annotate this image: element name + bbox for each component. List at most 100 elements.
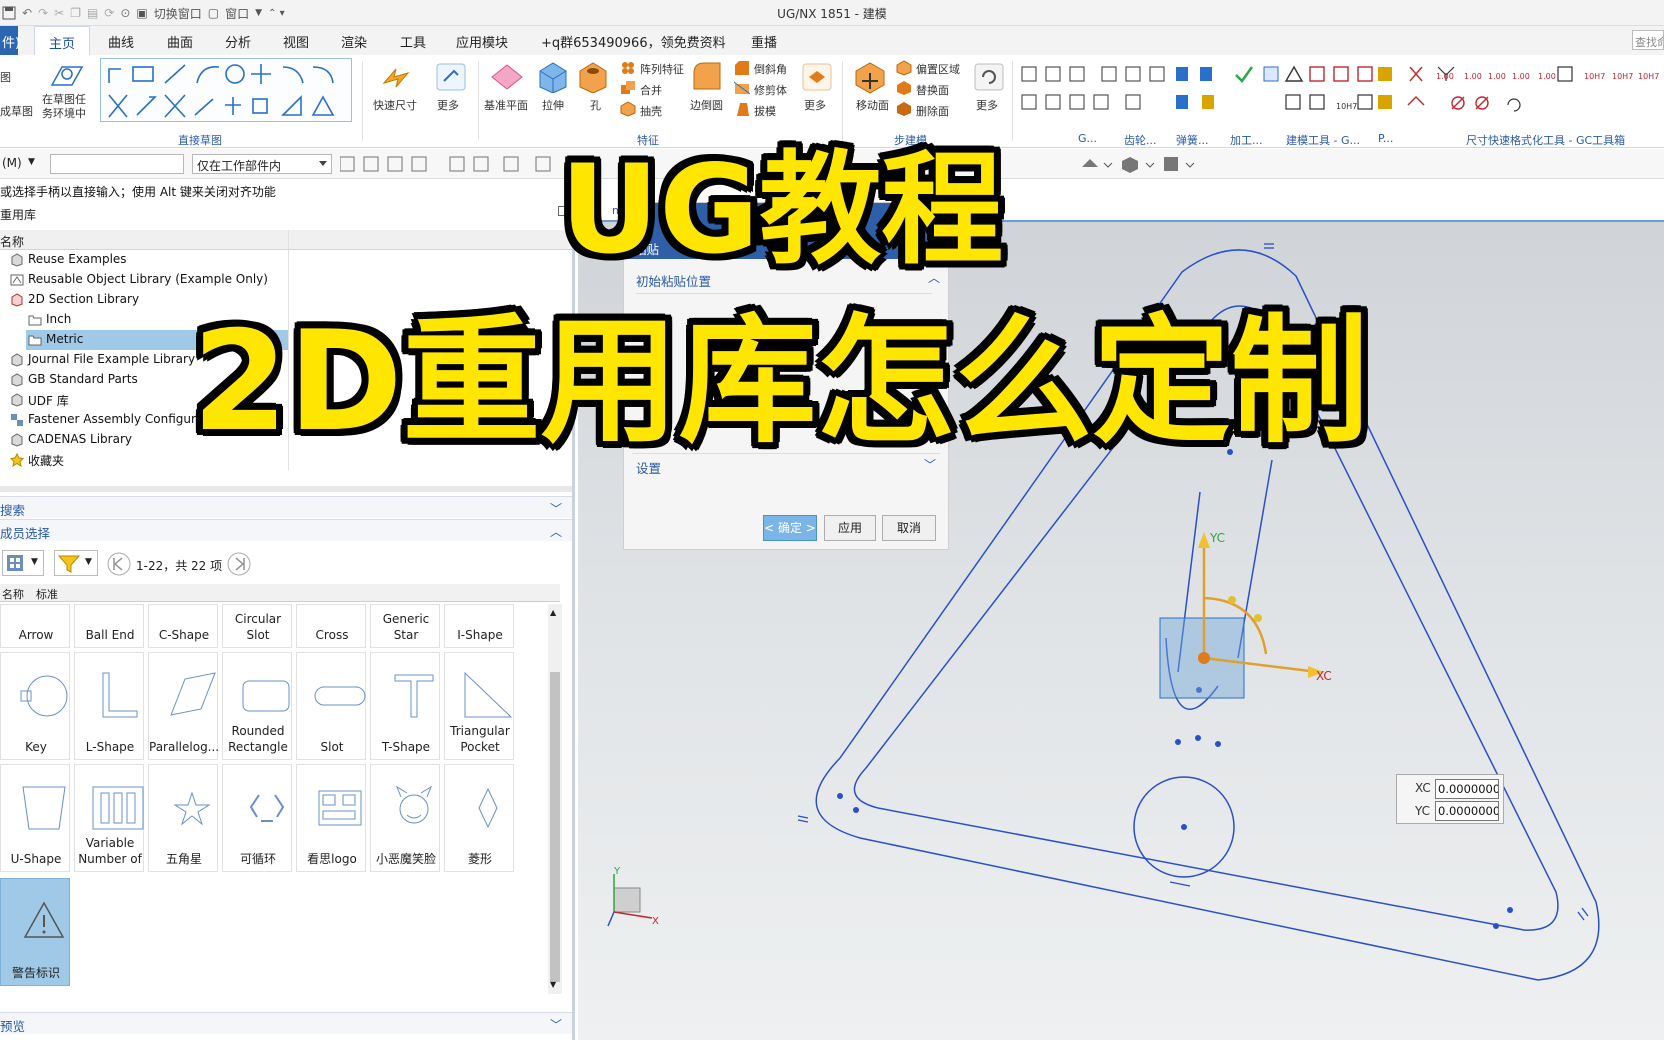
- search-section-header[interactable]: 搜索 ﹀: [0, 496, 572, 518]
- member-tile[interactable]: T-Shape: [370, 652, 440, 760]
- view-mode-select[interactable]: ▼: [2, 550, 44, 576]
- member-tile[interactable]: Triangular Pocket: [444, 652, 514, 760]
- more-feature-label[interactable]: 更多: [804, 97, 826, 113]
- scroll-down-icon[interactable]: ▼: [550, 980, 556, 989]
- member-tile[interactable]: C-Shape: [148, 604, 218, 648]
- member-tile[interactable]: Generic Star: [370, 604, 440, 648]
- column-name-label[interactable]: 名称: [0, 235, 24, 249]
- extrude-label[interactable]: 拉伸: [542, 97, 564, 113]
- yc-input[interactable]: 0.0000000: [1435, 801, 1499, 821]
- tree-item[interactable]: Reuse Examples: [0, 250, 572, 270]
- chamfer-label[interactable]: 倒斜角: [754, 61, 787, 77]
- type-filter-select[interactable]: [50, 154, 184, 174]
- chamfer-icon[interactable]: [734, 60, 750, 76]
- edge-blend-label[interactable]: 边倒圆: [690, 97, 723, 113]
- tab-promo[interactable]: +q群653490966，领免费资料: [541, 32, 726, 51]
- pattern-feature-label[interactable]: 阵列特征: [640, 61, 684, 77]
- sketch-button-label[interactable]: 图: [0, 69, 11, 85]
- apply-button[interactable]: 应用: [824, 515, 876, 541]
- member-tile[interactable]: Slot: [296, 652, 366, 760]
- tab-view[interactable]: 视图: [283, 32, 309, 51]
- unite-icon[interactable]: [620, 80, 636, 96]
- chevron-down-icon[interactable]: ▼: [28, 157, 35, 167]
- member-vertical-scrollbar[interactable]: ▲ ▼: [548, 604, 562, 994]
- member-tile[interactable]: Parallelog...: [148, 652, 219, 760]
- tab-render[interactable]: 渲染: [341, 32, 367, 51]
- chevron-down-icon[interactable]: ﹀: [550, 500, 562, 517]
- member-tile[interactable]: Rounded Rectangle: [222, 652, 292, 760]
- move-face-icon[interactable]: [852, 59, 888, 95]
- tab-surface[interactable]: 曲面: [167, 32, 193, 51]
- delete-face-icon[interactable]: [896, 101, 912, 117]
- replace-face-icon[interactable]: [896, 80, 912, 96]
- extrude-icon[interactable]: [536, 59, 570, 93]
- tab-name[interactable]: 名称: [2, 586, 24, 602]
- member-tile[interactable]: 五角星: [148, 764, 218, 872]
- rapid-dimension-label[interactable]: 快速尺寸: [373, 97, 417, 113]
- more-sketch-icon[interactable]: [434, 61, 468, 93]
- member-tile[interactable]: Ball End: [74, 604, 144, 648]
- edge-blend-icon[interactable]: [690, 59, 724, 93]
- offset-region-label[interactable]: 偏置区域: [916, 61, 960, 77]
- sketch-on-face-icon[interactable]: [48, 59, 86, 91]
- member-tile[interactable]: 警告标识: [0, 878, 70, 986]
- member-tile[interactable]: Key: [0, 652, 70, 760]
- tab-tools[interactable]: 工具: [400, 32, 426, 51]
- tab-analysis[interactable]: 分析: [225, 32, 251, 51]
- command-search-input[interactable]: 查找命: [1632, 30, 1664, 50]
- unite-label[interactable]: 合并: [640, 82, 662, 98]
- member-tile[interactable]: 小恶魔笑脸: [370, 764, 440, 872]
- menu-button[interactable]: (M): [2, 156, 22, 170]
- member-tile[interactable]: 看思logo: [296, 764, 366, 872]
- selection-scope-select[interactable]: 仅在工作部件内: [192, 154, 332, 174]
- trim-body-icon[interactable]: [734, 80, 750, 96]
- more-sketch-label[interactable]: 更多: [437, 97, 459, 113]
- move-face-label[interactable]: 移动面: [856, 97, 889, 113]
- tab-applications[interactable]: 应用模块: [456, 32, 508, 51]
- shell-label[interactable]: 抽壳: [640, 103, 662, 119]
- member-select-section-header[interactable]: 成员选择 ︿: [0, 519, 572, 541]
- file-tab[interactable]: 件): [0, 26, 20, 55]
- datum-plane-icon[interactable]: [490, 63, 524, 91]
- rapid-dimension-icon[interactable]: [380, 63, 414, 93]
- tab-curve[interactable]: 曲线: [108, 32, 134, 51]
- filter-select[interactable]: ▼: [54, 550, 98, 576]
- delete-face-label[interactable]: 删除面: [916, 103, 949, 119]
- member-tile[interactable]: L-Shape: [74, 652, 144, 760]
- member-tile[interactable]: Variable Number of: [74, 764, 144, 872]
- hole-label[interactable]: 孔: [590, 97, 601, 113]
- hole-icon[interactable]: [576, 59, 610, 93]
- more-feature-icon[interactable]: [800, 61, 834, 93]
- finish-sketch-label[interactable]: 成草图: [0, 103, 33, 119]
- member-tile[interactable]: I-Shape: [444, 604, 514, 648]
- gc-toolbox-icons[interactable]: 1.00 1.00 1.00 1.00 1.00 10H7 10H7 10H7 …: [1018, 65, 1664, 123]
- cancel-button[interactable]: 取消: [882, 515, 936, 541]
- member-tile[interactable]: 菱形: [444, 764, 514, 872]
- datum-plane-label[interactable]: 基准平面: [484, 97, 528, 113]
- tab-replay[interactable]: 重播: [751, 32, 777, 51]
- member-tile[interactable]: Arrow: [0, 604, 70, 648]
- member-tile[interactable]: U-Shape: [0, 764, 70, 872]
- scroll-up-icon[interactable]: ▲: [550, 608, 556, 617]
- member-tile[interactable]: 可循环: [222, 764, 292, 872]
- offset-region-icon[interactable]: [896, 60, 912, 76]
- tree-column-header[interactable]: 名称: [0, 230, 572, 250]
- tab-standard[interactable]: 标准: [36, 586, 58, 602]
- chevron-down-icon[interactable]: ﹀: [550, 1016, 562, 1033]
- preview-section-header[interactable]: 预览 ﹀: [0, 1012, 572, 1034]
- trim-body-label[interactable]: 修剪体: [754, 82, 787, 98]
- member-tile[interactable]: Cross: [296, 604, 366, 648]
- ok-button[interactable]: < 确定 >: [763, 515, 817, 541]
- tree-horizontal-scrollbar[interactable]: [0, 486, 572, 492]
- more-sync-icon[interactable]: [972, 61, 1006, 93]
- next-page-icon[interactable]: [226, 551, 252, 577]
- tree-item[interactable]: Reusable Object Library (Example Only): [0, 270, 572, 290]
- draft-label[interactable]: 拔模: [754, 103, 776, 119]
- sketch-task-env-label[interactable]: 在草图任 务环境中: [42, 93, 86, 121]
- shell-icon[interactable]: [620, 101, 636, 117]
- snap-point-icons[interactable]: [1080, 155, 1220, 173]
- tab-home[interactable]: 主页: [34, 26, 91, 55]
- chevron-up-icon[interactable]: ︿: [550, 523, 562, 540]
- scrollbar-thumb[interactable]: [550, 672, 560, 982]
- replace-face-label[interactable]: 替换面: [916, 82, 949, 98]
